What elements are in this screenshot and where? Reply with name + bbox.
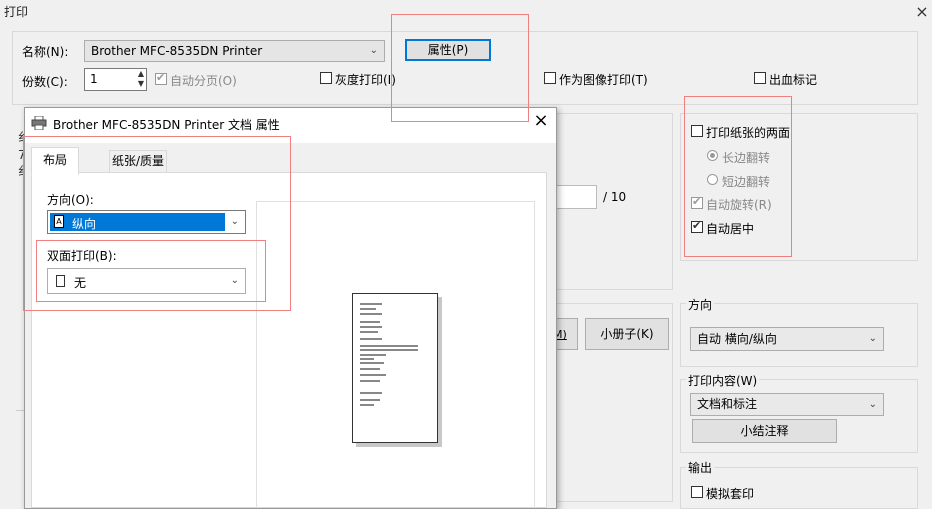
orientation-select[interactable]: 自动 横向/纵向 ⌄ <box>690 327 884 351</box>
close-icon[interactable]: × <box>913 2 931 21</box>
print-content-select-value: 文档和标注 <box>697 397 758 411</box>
printer-select-value: Brother MFC-8535DN Printer <box>91 44 263 58</box>
summarize-comments-button[interactable]: 小结注释 <box>692 419 837 443</box>
grayscale-checkbox[interactable] <box>320 72 332 84</box>
collate-checkbox[interactable] <box>155 71 167 85</box>
booklet-button[interactable]: 小册子(K) <box>585 318 669 350</box>
grayscale-label: 灰度打印(I) <box>335 73 396 87</box>
print-content-header: 打印内容(W) <box>686 372 760 389</box>
chevron-down-icon: ⌄ <box>369 45 378 56</box>
copies-stepper[interactable]: 1 ▲ ▼ <box>84 68 147 91</box>
bleed-marks-checkbox[interactable] <box>754 72 766 84</box>
printer-name-label: 名称(N): <box>22 45 69 59</box>
simulate-overprint-label: 模拟套印 <box>706 487 755 501</box>
orientation-header: 方向 <box>686 296 715 313</box>
preview-page <box>352 293 438 443</box>
divider <box>16 410 24 411</box>
dialog-title: Brother MFC-8535DN Printer 文档 属性 <box>53 118 280 132</box>
highlight-box-duplex <box>684 96 792 257</box>
highlight-box-duplex-select <box>36 240 266 302</box>
printer-icon <box>31 115 47 131</box>
close-icon[interactable]: × <box>531 110 551 131</box>
chevron-down-icon: ⌄ <box>868 399 877 410</box>
print-as-image-label: 作为图像打印(T) <box>559 73 648 87</box>
spin-down-icon[interactable]: ▼ <box>138 79 144 89</box>
printer-select[interactable]: Brother MFC-8535DN Printer ⌄ <box>84 40 385 62</box>
page-total: / 10 <box>603 190 627 204</box>
print-content-select[interactable]: 文档和标注 ⌄ <box>690 393 884 416</box>
page-range-input[interactable] <box>555 185 597 209</box>
copies-value: 1 <box>90 72 98 86</box>
print-as-image-checkbox[interactable] <box>544 72 556 84</box>
output-header: 输出 <box>686 459 715 476</box>
spin-up-icon[interactable]: ▲ <box>138 69 144 79</box>
orientation-select-value: 自动 横向/纵向 <box>697 332 777 346</box>
highlight-box-properties <box>391 14 529 122</box>
bleed-marks-label: 出血标记 <box>769 73 818 87</box>
copies-label: 份数(C): <box>22 75 68 89</box>
simulate-overprint-checkbox[interactable] <box>691 486 703 498</box>
chevron-down-icon: ⌄ <box>868 333 877 344</box>
collate-label: 自动分页(O) <box>170 74 237 88</box>
window-title: 打印 <box>4 5 29 19</box>
